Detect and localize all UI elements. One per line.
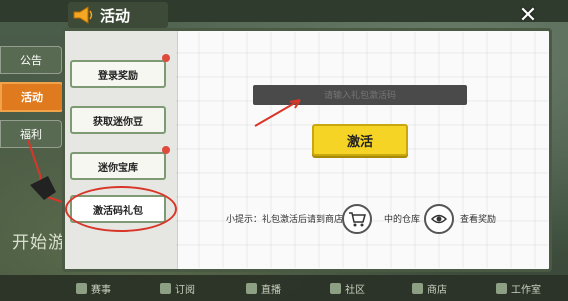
menu-notification-dot xyxy=(162,54,170,62)
shop-icon xyxy=(412,282,423,294)
panel-title: 活动 xyxy=(100,6,131,25)
annotation-circle xyxy=(65,186,177,232)
tab-welfare[interactable]: 福利 xyxy=(0,120,62,148)
bottom-nav-label: 赛事 xyxy=(91,284,111,296)
close-icon[interactable]: ✕ xyxy=(514,4,542,28)
trophy-icon xyxy=(76,282,87,294)
hint-text-mid: 中的仓库 xyxy=(384,215,421,225)
studio-icon xyxy=(496,282,507,294)
bottom-nav-community[interactable]: 社区 xyxy=(330,280,365,296)
bottom-nav-studio[interactable]: 工作室 xyxy=(496,280,541,296)
menu-login-reward[interactable]: 登录奖励 xyxy=(70,60,166,88)
megaphone-icon xyxy=(72,6,94,24)
warehouse-icon xyxy=(424,204,454,234)
menu-mini-treasury[interactable]: 迷你宝库 xyxy=(70,152,166,180)
bottom-nav-label: 社区 xyxy=(345,284,365,296)
start-game-text: 开始游 xyxy=(12,233,66,253)
tab-notice[interactable]: 公告 xyxy=(0,46,62,74)
subscribe-icon xyxy=(160,282,171,294)
hint-text-prefix: 小提示：礼包激活后请到商店 xyxy=(226,215,344,225)
bottom-nav-events[interactable]: 赛事 xyxy=(76,280,111,296)
activate-button[interactable]: 激活 xyxy=(312,124,408,156)
community-icon xyxy=(330,282,341,294)
panel-title-tab: 活动 xyxy=(68,2,168,28)
hint-text-suffix: 查看奖励 xyxy=(460,215,497,225)
bottom-nav-label: 工作室 xyxy=(511,284,541,296)
shop-cart-icon xyxy=(342,204,372,234)
bottom-nav-subscribe[interactable]: 订阅 xyxy=(160,280,195,296)
tab-activity[interactable]: 活动 xyxy=(0,82,64,112)
menu-notification-dot xyxy=(162,146,170,154)
bottom-nav-shop[interactable]: 商店 xyxy=(412,280,447,296)
bottom-nav-label: 直播 xyxy=(261,284,281,296)
menu-get-mini-beans[interactable]: 获取迷你豆 xyxy=(70,106,166,134)
gift-code-input[interactable] xyxy=(253,85,467,105)
bottom-nav-label: 商店 xyxy=(427,284,447,296)
tv-icon xyxy=(246,282,257,294)
bottom-nav-live[interactable]: 直播 xyxy=(246,280,281,296)
bottom-nav-label: 订阅 xyxy=(175,284,195,296)
